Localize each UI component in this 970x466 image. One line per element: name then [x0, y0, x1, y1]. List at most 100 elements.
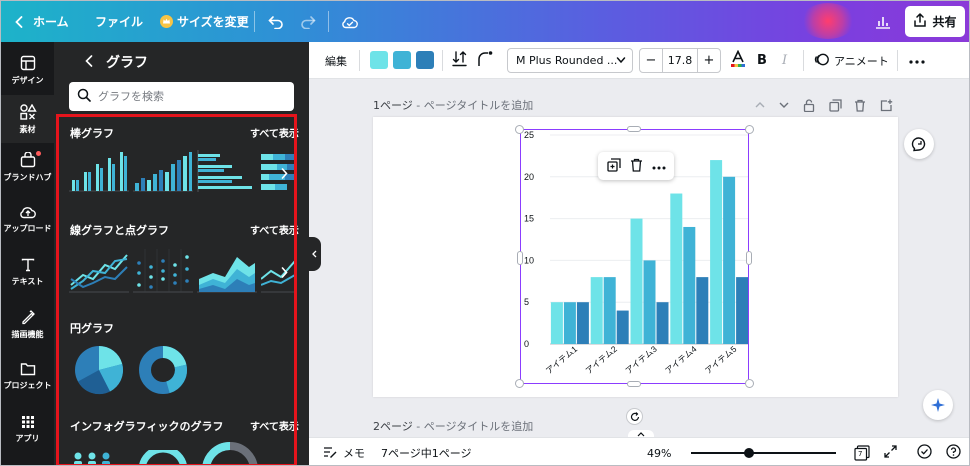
chevron-down-icon	[616, 55, 626, 68]
donut-chart-thumb[interactable]	[138, 345, 188, 395]
color-swatch-1[interactable]	[370, 51, 388, 69]
horizontal-bar-thumb[interactable]	[197, 150, 257, 192]
font-family-select[interactable]: M Plus Rounded ...	[507, 48, 633, 73]
more-button[interactable]	[652, 160, 666, 173]
insights-button[interactable]	[875, 1, 891, 42]
rotate-icon	[630, 411, 639, 421]
area-chart-thumb[interactable]	[197, 249, 257, 293]
profile-glow	[801, 3, 855, 39]
notes-button[interactable]: メモ	[323, 438, 365, 465]
help-button[interactable]	[946, 438, 961, 465]
magic-assistant-button[interactable]	[923, 390, 953, 420]
page-down-button[interactable]	[776, 97, 792, 113]
stacked-bar-thumb[interactable]	[133, 150, 193, 192]
search-input[interactable]	[98, 90, 278, 103]
text-color-button[interactable]	[730, 42, 746, 79]
lock-page-button[interactable]	[801, 97, 817, 113]
increase-size-button[interactable]: +	[698, 49, 720, 72]
rail-item-text[interactable]: テキスト	[1, 248, 54, 296]
page-up-button[interactable]	[752, 97, 768, 113]
zoom-slider[interactable]	[691, 452, 836, 454]
check-button[interactable]	[917, 438, 932, 465]
bold-button[interactable]: B	[757, 42, 767, 79]
rail-item-apps[interactable]: アプリ	[1, 405, 54, 453]
resize-handle[interactable]	[746, 251, 752, 265]
edit-label: 編集	[325, 54, 347, 68]
collapse-panel-button[interactable]	[307, 237, 321, 271]
show-all-link[interactable]: すべて表示	[250, 418, 299, 433]
toolbar-divider	[897, 50, 898, 71]
rail-item-draw[interactable]: 描画機能	[1, 300, 54, 348]
share-button[interactable]: 共有	[905, 6, 965, 37]
rail-item-brand[interactable]: ブランドハブ	[1, 143, 54, 191]
delete-page-button[interactable]	[852, 97, 868, 113]
undo-button[interactable]	[268, 1, 284, 42]
bar-chart-thumb[interactable]	[69, 150, 129, 192]
italic-button[interactable]: I	[782, 42, 787, 79]
progress-ring-thumb[interactable]	[138, 450, 188, 465]
duplicate-page-button[interactable]	[827, 97, 843, 113]
toolbar-divider	[803, 50, 804, 71]
color-swatch-3[interactable]	[416, 51, 434, 69]
more-options-button[interactable]	[909, 42, 925, 79]
add-page-button[interactable]	[878, 97, 894, 113]
duplicate-button[interactable]	[606, 157, 621, 175]
file-menu-button[interactable]: ファイル	[95, 1, 143, 42]
home-button[interactable]: ホーム	[15, 1, 69, 42]
elements-icon	[19, 103, 37, 120]
scroll-right-button[interactable]	[276, 259, 292, 285]
rail-item-design[interactable]: デザイン	[1, 46, 54, 94]
page-2-label[interactable]: 2ページ - ページタイトルを追加	[373, 418, 533, 434]
resize-handle[interactable]	[515, 125, 524, 134]
font-name: M Plus Rounded ...	[516, 54, 618, 67]
graph-search[interactable]	[69, 82, 294, 111]
radial-infographic-thumb[interactable]	[202, 442, 258, 465]
rail-label: デザイン	[11, 75, 44, 85]
share-label: 共有	[932, 15, 957, 29]
redo-button[interactable]	[300, 1, 316, 42]
rail-item-projects[interactable]: プロジェクト	[1, 352, 54, 400]
zoom-slider-thumb[interactable]	[744, 448, 754, 458]
share-icon	[913, 12, 927, 30]
search-icon	[77, 88, 91, 105]
scatter-chart-thumb[interactable]	[133, 249, 193, 293]
color-swatch-2[interactable]	[393, 51, 411, 69]
animate-button[interactable]: アニメート	[814, 42, 889, 79]
rail-item-elements[interactable]: 素材	[1, 95, 54, 143]
line-chart-thumb[interactable]	[69, 249, 129, 293]
people-infographic-thumb[interactable]	[72, 450, 132, 465]
font-size-value[interactable]: 17.8	[662, 49, 698, 72]
rotate-handle[interactable]	[626, 408, 643, 425]
resize-button[interactable]: サイズを変更	[160, 1, 249, 42]
resize-handle[interactable]	[745, 379, 754, 388]
edit-button[interactable]: 編集	[325, 42, 347, 79]
show-all-link[interactable]: すべて表示	[250, 125, 299, 140]
chevron-down-icon	[779, 102, 789, 108]
resize-handle[interactable]	[517, 251, 523, 265]
cloud-save-button[interactable]	[341, 1, 359, 42]
delete-button[interactable]	[630, 158, 643, 175]
folder-icon	[20, 362, 36, 376]
topbar-divider	[328, 11, 329, 32]
rail-label: テキスト	[11, 276, 44, 286]
curve-line-icon	[477, 51, 493, 70]
page-1-label[interactable]: 1ページ - ページタイトルを追加	[373, 97, 533, 113]
panel-title: グラフ	[106, 55, 148, 71]
section-title-bar: 棒グラフ	[70, 127, 114, 140]
resize-handle[interactable]	[627, 126, 641, 132]
resize-handle[interactable]	[627, 381, 641, 387]
show-all-link[interactable]: すべて表示	[250, 222, 299, 237]
resize-handle[interactable]	[745, 125, 754, 134]
home-label: ホーム	[33, 15, 69, 29]
refresh-comment-button[interactable]	[904, 129, 934, 159]
pie-chart-thumb[interactable]	[74, 345, 124, 395]
back-button[interactable]	[85, 55, 93, 70]
scroll-right-button[interactable]	[276, 160, 292, 186]
rail-item-upload[interactable]: アップロード	[1, 195, 54, 243]
decrease-size-button[interactable]: −	[640, 49, 662, 72]
line-style-button[interactable]	[477, 42, 493, 79]
spacing-button[interactable]	[452, 42, 467, 79]
resize-handle[interactable]	[515, 379, 524, 388]
pages-view-button[interactable]: 7	[854, 438, 870, 465]
fullscreen-button[interactable]	[884, 438, 897, 465]
